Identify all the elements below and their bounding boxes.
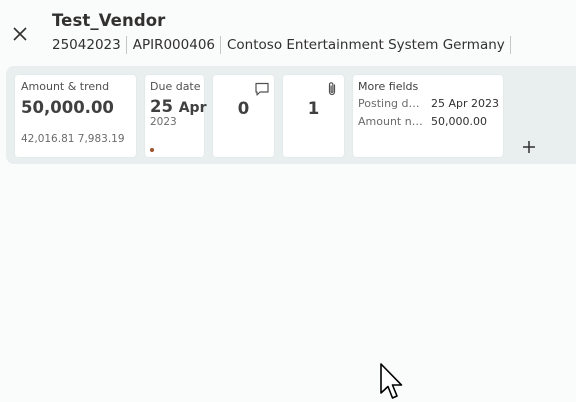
more-fields-label: More fields — [358, 80, 419, 93]
comments-count: 0 — [237, 99, 250, 118]
due-day: 25 — [150, 97, 173, 116]
close-button[interactable] — [10, 24, 30, 44]
document-number: APIR000406 — [133, 36, 221, 54]
paperclip-icon — [328, 82, 336, 96]
page-title: Test_Vendor — [52, 11, 166, 30]
field-value: 25 Apr 2023 — [431, 97, 500, 110]
comments-card[interactable]: 0 — [213, 75, 274, 157]
field-key: Amount no... — [358, 115, 426, 128]
due-date-label: Due date — [150, 80, 201, 93]
due-date-card[interactable]: Due date 25 Apr 2023 — [145, 75, 206, 157]
amount-value: 50,000.00 — [21, 98, 114, 117]
due-status-dot — [150, 148, 154, 152]
due-date-value: 25 Apr — [150, 97, 206, 116]
comment-icon — [255, 82, 269, 96]
more-fields-card[interactable]: More fields Posting date 25 Apr 2023 Amou… — [353, 75, 503, 157]
attachments-count: 1 — [307, 99, 320, 118]
field-row-amount: Amount no... 50,000.00 — [358, 115, 487, 128]
mouse-pointer-icon — [380, 363, 403, 399]
amount-trend: 42,016.81 7,983.19 — [21, 133, 125, 145]
field-key: Posting date — [358, 97, 426, 110]
due-month: Apr — [178, 100, 207, 116]
due-year: 2023 — [150, 116, 177, 128]
amount-card[interactable]: Amount & trend 50,000.00 42,016.81 7,983… — [15, 75, 136, 157]
page-subtitle: 25042023 APIR000406 Contoso Entertainmen… — [52, 36, 511, 54]
close-icon — [13, 27, 27, 41]
company-name: Contoso Entertainment System Germany — [227, 36, 511, 54]
field-value: 50,000.00 — [431, 115, 487, 128]
cues-panel: Amount & trend 50,000.00 42,016.81 7,983… — [6, 66, 576, 164]
page-header: Test_Vendor 25042023 APIR000406 Contoso … — [0, 0, 576, 62]
add-icon[interactable] — [520, 138, 538, 156]
amount-label: Amount & trend — [21, 80, 110, 93]
attachments-card[interactable]: 1 — [283, 75, 344, 157]
document-date: 25042023 — [52, 36, 127, 54]
field-row-posting-date: Posting date 25 Apr 2023 — [358, 97, 499, 110]
